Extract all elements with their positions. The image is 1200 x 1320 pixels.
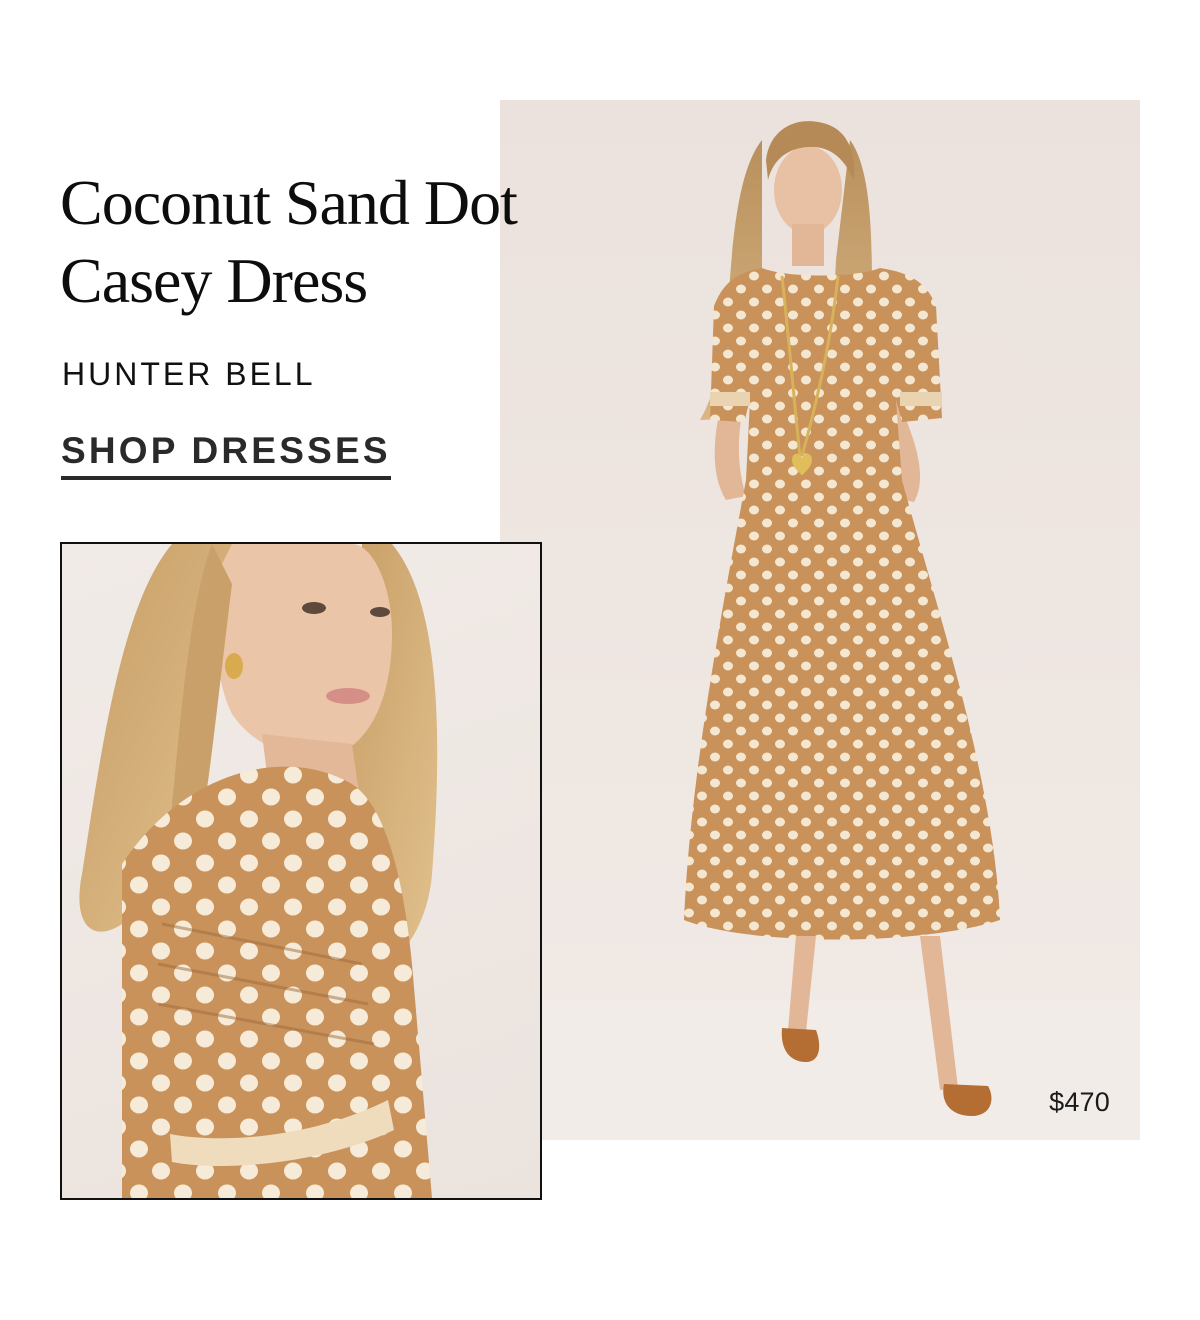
brand-name: HUNTER BELL [62, 356, 316, 392]
product-title-line-1: Coconut Sand Dot [60, 167, 518, 238]
detail-illustration [79, 544, 438, 1198]
detail-product-photo[interactable] [60, 542, 542, 1200]
product-title-line-2: Casey Dress [60, 245, 368, 316]
model-illustration [500, 121, 1140, 1140]
product-title: Coconut Sand Dot Casey Dress [60, 164, 518, 320]
shop-dresses-link[interactable]: SHOP DRESSES [61, 430, 391, 480]
main-product-photo[interactable]: $470 [500, 100, 1140, 1140]
price-label: $470 [1049, 1087, 1110, 1117]
